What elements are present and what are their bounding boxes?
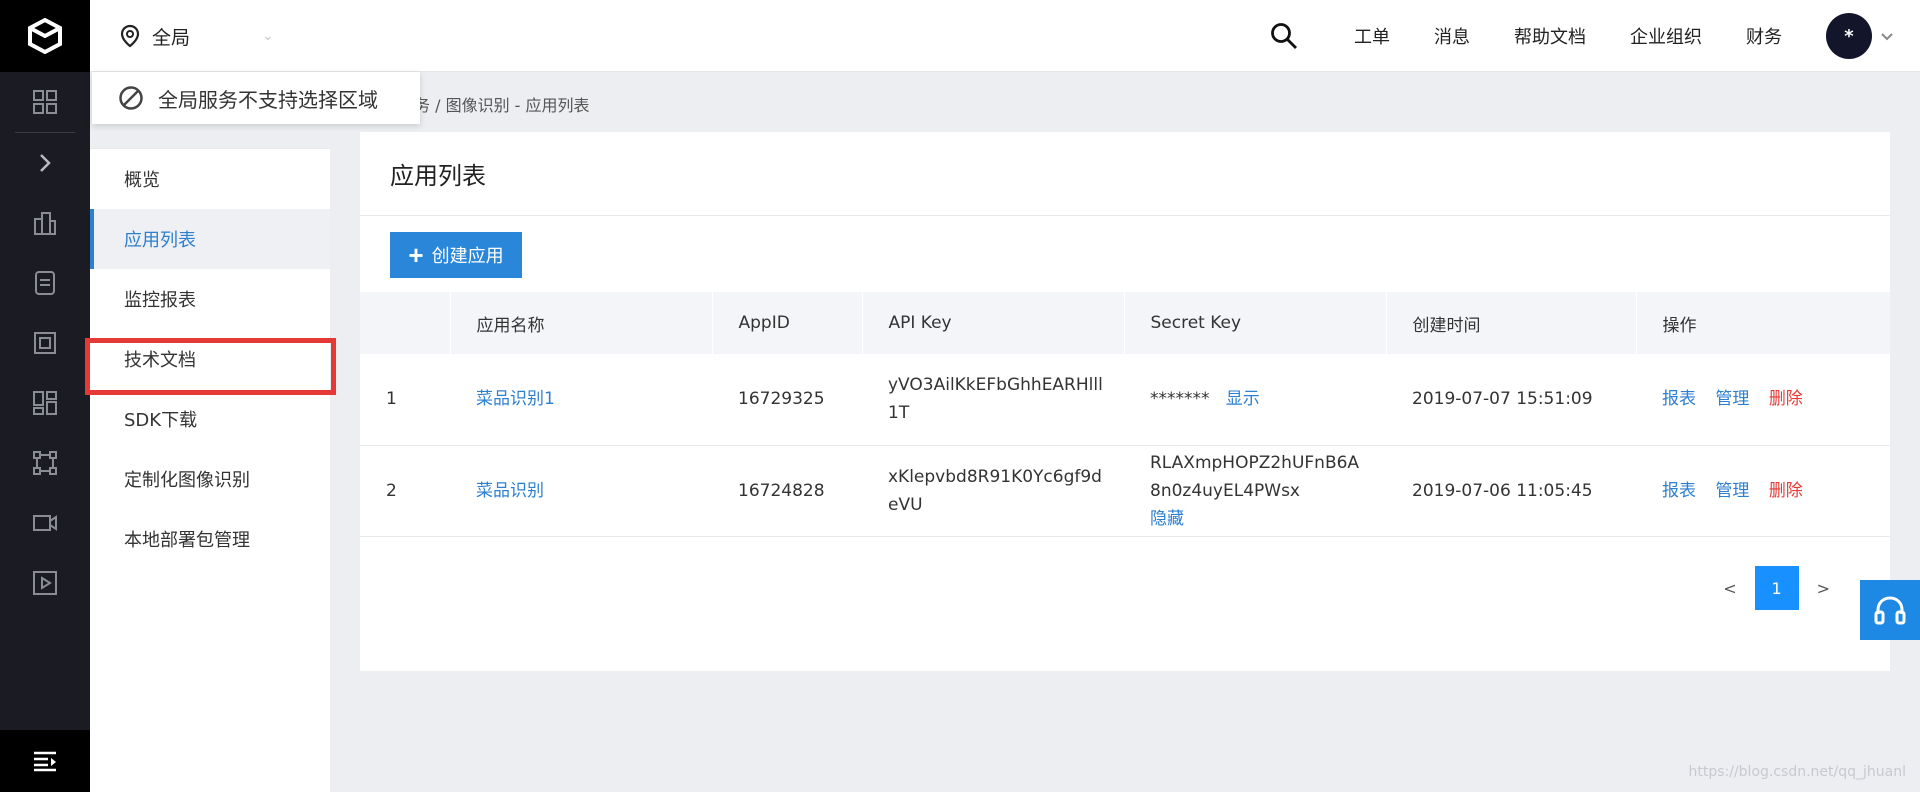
manage-link[interactable]: 管理 [1715, 481, 1749, 501]
region-selector[interactable]: 全局 ⌄ [120, 0, 274, 72]
building-icon [34, 212, 56, 235]
network-icon [33, 451, 57, 475]
rail-video-button[interactable] [0, 493, 90, 553]
col-header-appid: AppID [712, 292, 863, 354]
play-icon [33, 571, 57, 595]
sidebar-item-overview[interactable]: 概览 [90, 149, 330, 209]
database-icon [35, 271, 55, 295]
secret-key: ******* [1150, 389, 1210, 410]
sidebar-item-local-deploy[interactable]: 本地部署包管理 [90, 509, 330, 569]
nav-ticket[interactable]: 工单 [1354, 23, 1390, 49]
location-pin-icon [120, 24, 140, 48]
rail-building-button[interactable] [0, 193, 90, 253]
region-label: 全局 [152, 26, 191, 49]
sidebar-item-app-list[interactable]: 应用列表 [90, 209, 330, 269]
app-id: 16724828 [738, 480, 825, 501]
page-title: 应用列表 [360, 132, 1890, 216]
nav-messages[interactable]: 消息 [1434, 23, 1470, 49]
app-list-panel: 应用列表 + 创建应用 应用名称 AppID API Key Secret Ke… [360, 132, 1890, 671]
created-time: 2019-07-06 11:05:45 [1412, 480, 1593, 501]
sidebar-item-monitoring[interactable]: 监控报表 [90, 269, 330, 329]
sidebar-menu: 概览 应用列表 监控报表 技术文档 SDK下载 定制化图像识别 本地部署包管理 [90, 148, 330, 792]
rail-database-button[interactable] [0, 253, 90, 313]
sidebar-item-custom-recognition[interactable]: 定制化图像识别 [90, 449, 330, 509]
nav-help-docs[interactable]: 帮助文档 [1514, 23, 1586, 49]
rail-menu-toggle[interactable] [0, 730, 90, 792]
app-name-link[interactable]: 菜品识别1 [476, 389, 555, 409]
header-nav: 工单 消息 帮助文档 企业组织 财务 * [1270, 0, 1894, 72]
forbidden-icon [119, 86, 143, 110]
avatar[interactable]: * [1826, 13, 1872, 59]
secret-key: RLAXmpHOPZ2hUFnB6A8n0z4uyEL4PWsx [1150, 452, 1360, 501]
rail-media-button[interactable] [0, 553, 90, 613]
search-button[interactable] [1270, 22, 1298, 50]
chip-icon [34, 332, 56, 354]
col-header-secret-key: Secret Key [1124, 292, 1387, 354]
sidebar-item-sdk-download[interactable]: SDK下载 [90, 389, 330, 449]
table-row: 1 菜品识别1 16729325 yVO3AilKkEFbGhhEARHlll1… [360, 354, 1890, 445]
table-header-row: 应用名称 AppID API Key Secret Key 创建时间 操作 [360, 292, 1890, 354]
pager-next[interactable]: > [1817, 579, 1830, 598]
plus-icon: + [408, 240, 424, 270]
app-table: 应用名称 AppID API Key Secret Key 创建时间 操作 1 … [360, 292, 1890, 537]
camera-icon [33, 515, 57, 531]
row-index: 2 [386, 480, 397, 501]
logo[interactable] [0, 0, 90, 72]
search-icon [1271, 23, 1297, 49]
pagination: < 1 > [1723, 566, 1830, 610]
app-id: 16729325 [738, 389, 825, 410]
col-header-index [360, 292, 451, 354]
chevron-down-icon: ⌄ [262, 28, 274, 44]
report-link[interactable]: 报表 [1662, 481, 1696, 501]
pager-page-current[interactable]: 1 [1754, 566, 1799, 610]
headset-icon [1874, 596, 1906, 625]
col-header-name: 应用名称 [450, 292, 713, 354]
col-header-created: 创建时间 [1386, 292, 1637, 354]
rail-dashboard-button[interactable] [0, 72, 90, 132]
row-index: 1 [386, 389, 397, 410]
grid-icon [33, 90, 57, 114]
rail-expand-button[interactable] [0, 133, 90, 193]
cube-logo-icon [28, 18, 62, 54]
top-header: 全局 ⌄ 工单 消息 帮助文档 企业组织 财务 * [90, 0, 1920, 72]
support-float-button[interactable] [1860, 580, 1920, 640]
breadcrumb: 务 / 图像识别 - 应用列表 [414, 96, 590, 115]
manage-link[interactable]: 管理 [1715, 389, 1749, 409]
highlight-annotation-box [85, 338, 336, 395]
delete-link[interactable]: 删除 [1769, 481, 1803, 501]
create-app-label: 创建应用 [431, 246, 504, 266]
nav-finance[interactable]: 财务 [1746, 23, 1782, 49]
rail-chip-button[interactable] [0, 313, 90, 373]
region-tooltip-text: 全局服务不支持选择区域 [158, 87, 378, 112]
delete-link[interactable]: 删除 [1769, 389, 1803, 409]
created-time: 2019-07-07 15:51:09 [1412, 389, 1593, 410]
report-link[interactable]: 报表 [1662, 389, 1696, 409]
api-key: xKlepvbd8R91K0Yc6gf9deVU [888, 466, 1102, 515]
menu-collapse-icon [34, 751, 56, 772]
table-row: 2 菜品识别 16724828 xKlepvbd8R91K0Yc6gf9deVU… [360, 445, 1890, 536]
nav-organization[interactable]: 企业组织 [1630, 23, 1702, 49]
col-header-ops: 操作 [1662, 315, 1697, 336]
rail-network-button[interactable] [0, 433, 90, 493]
pager-prev[interactable]: < [1723, 579, 1736, 598]
rail-layout-button[interactable] [0, 373, 90, 433]
hide-secret-button[interactable]: 隐藏 [1150, 509, 1184, 529]
avatar-chevron-down-icon[interactable] [1880, 27, 1894, 46]
watermark: https://blog.csdn.net/qq_jhuanl [1688, 764, 1906, 780]
show-secret-button[interactable]: 显示 [1226, 389, 1260, 409]
api-key: yVO3AilKkEFbGhhEARHlll1T [888, 375, 1103, 424]
left-rail [0, 0, 90, 792]
col-header-api-key: API Key [862, 292, 1125, 354]
chevron-right-icon [40, 154, 51, 172]
region-tooltip: 全局服务不支持选择区域 [92, 72, 420, 124]
app-name-link[interactable]: 菜品识别 [476, 481, 544, 501]
create-app-button[interactable]: + 创建应用 [390, 232, 522, 278]
layout-icon [33, 391, 57, 415]
